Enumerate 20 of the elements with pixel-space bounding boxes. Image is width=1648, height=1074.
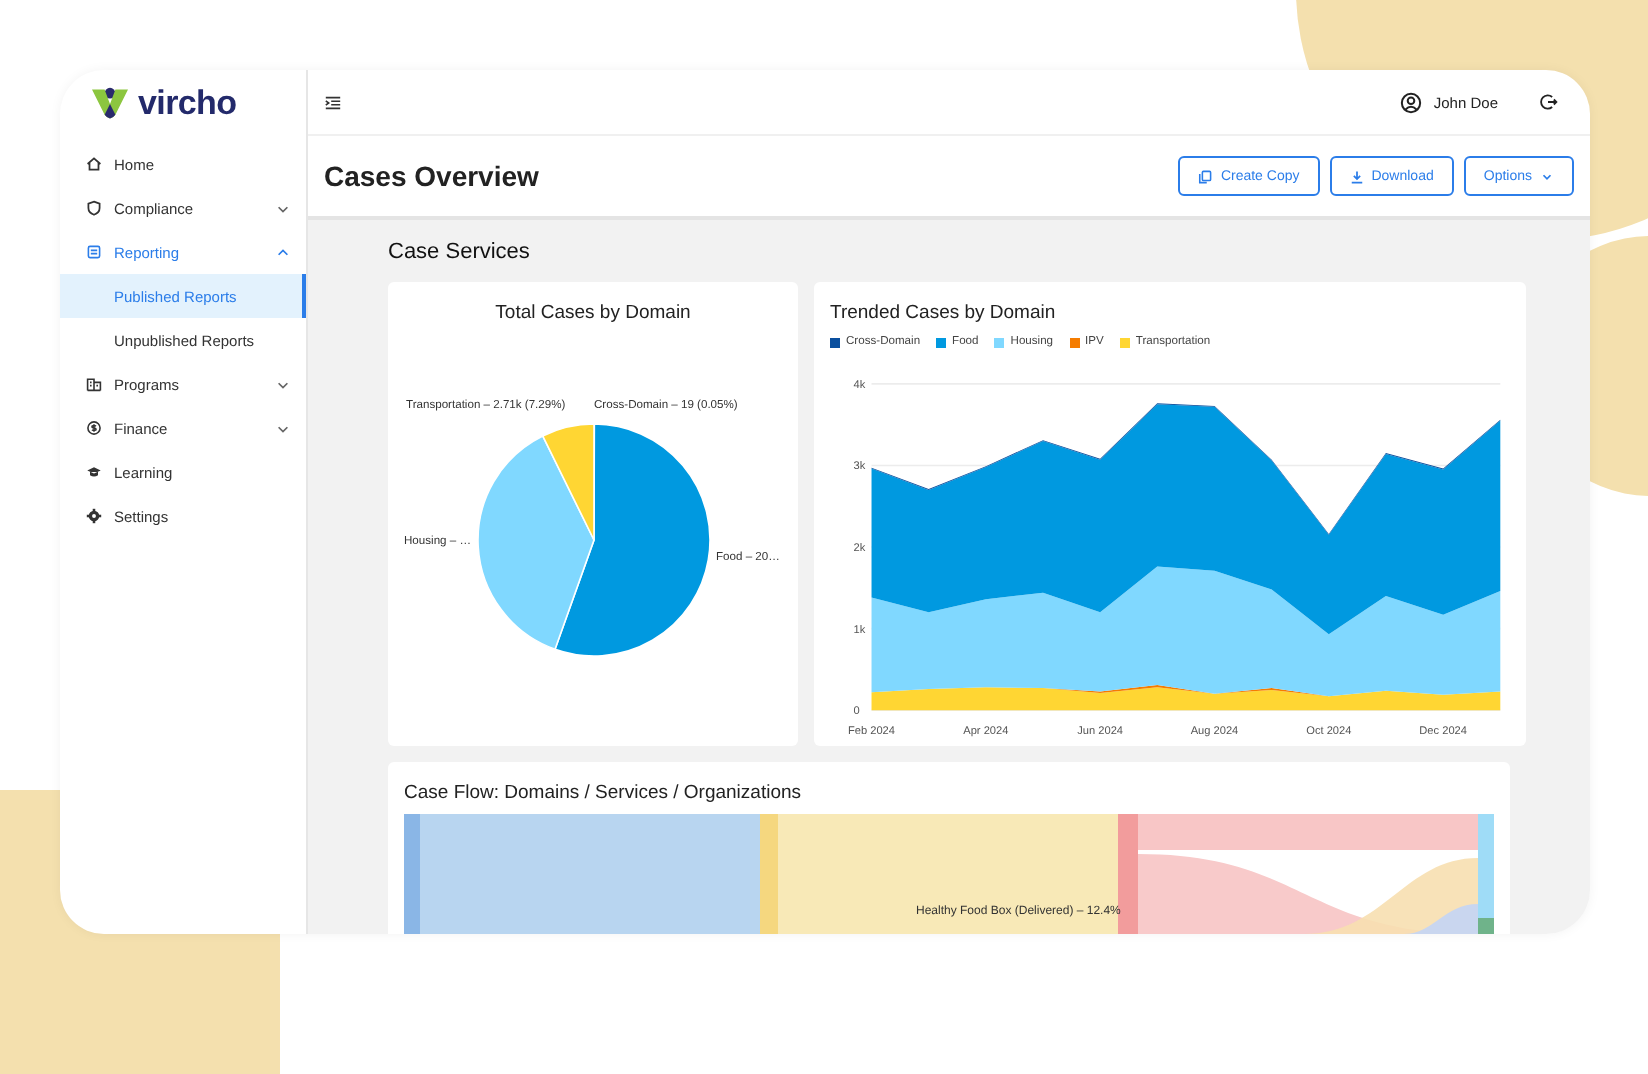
chart-title: Case Flow: Domains / Services / Organizations [404, 780, 804, 808]
report-icon [86, 244, 102, 260]
logout-icon[interactable] [1538, 92, 1558, 112]
section-title: Case Services [388, 240, 532, 264]
cap-icon [86, 464, 102, 480]
brand-name: vircho [138, 84, 237, 124]
download-icon [1349, 169, 1364, 183]
caret-icon [1540, 169, 1554, 183]
home-icon [86, 156, 102, 172]
menu-icon[interactable] [324, 93, 342, 111]
shield-icon [86, 200, 102, 216]
coin-icon [86, 420, 102, 436]
logo-icon [90, 86, 130, 122]
building-icon [86, 376, 102, 392]
chart-title: Trended Cases by Domain [830, 300, 1058, 328]
user-icon[interactable] [1399, 91, 1422, 113]
chart-title: Total Cases by Domain [493, 300, 693, 328]
copy-icon [1198, 169, 1213, 183]
gear-icon [86, 508, 102, 524]
page-title: Cases Overview [324, 160, 539, 192]
